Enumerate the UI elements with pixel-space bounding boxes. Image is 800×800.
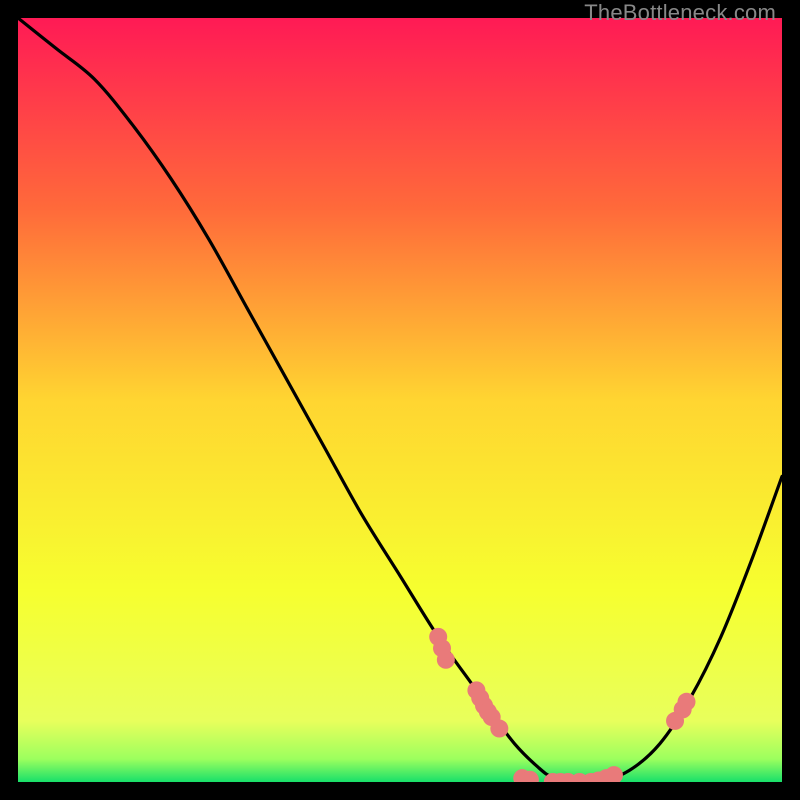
data-point	[490, 720, 508, 738]
data-point	[437, 651, 455, 669]
watermark-text: TheBottleneck.com	[584, 0, 776, 26]
chart-background	[18, 18, 782, 782]
bottleneck-chart	[18, 18, 782, 782]
chart-frame	[18, 18, 782, 782]
data-point	[678, 693, 696, 711]
